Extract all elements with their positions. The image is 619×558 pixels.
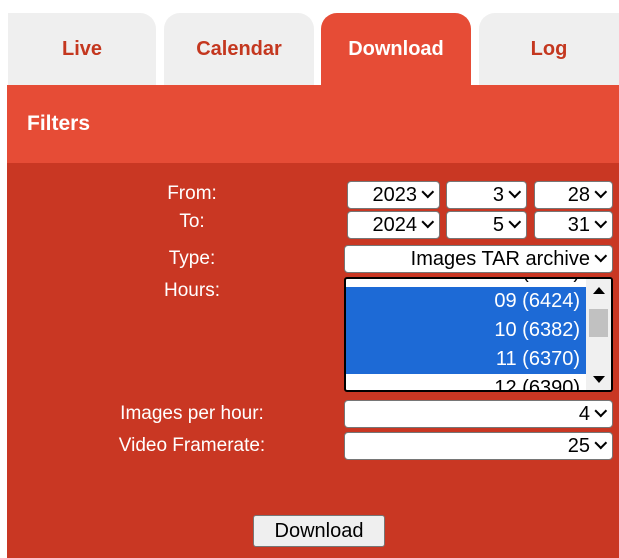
hours-option[interactable]: 11 (6370): [346, 345, 586, 374]
chevron-down-icon: [594, 404, 608, 417]
type-select[interactable]: Images TAR archive: [344, 245, 613, 273]
scroll-thumb[interactable]: [589, 309, 608, 337]
hours-options: 08 (6396) 09 (6424) 10 (6382) 11 (6370) …: [346, 279, 586, 390]
chevron-down-icon: [594, 215, 608, 228]
tab-log[interactable]: Log: [479, 13, 619, 85]
tab-live[interactable]: Live: [8, 13, 156, 85]
to-label: To:: [179, 211, 205, 232]
arrow-up-icon: [592, 286, 605, 294]
images-per-hour-label: Images per hour:: [120, 403, 264, 424]
hours-listbox[interactable]: 08 (6396) 09 (6424) 10 (6382) 11 (6370) …: [344, 277, 613, 392]
filters-heading: Filters: [7, 85, 619, 163]
hours-label: Hours:: [164, 280, 220, 301]
hours-option[interactable]: 10 (6382): [346, 316, 586, 345]
hours-scrollbar[interactable]: [586, 279, 611, 390]
video-framerate-select[interactable]: 25: [344, 432, 613, 460]
arrow-down-icon: [592, 375, 605, 383]
download-button[interactable]: Download: [253, 515, 385, 547]
hours-option[interactable]: 09 (6424): [346, 287, 586, 316]
scroll-down-arrow[interactable]: [586, 368, 611, 390]
from-label: From:: [167, 183, 217, 204]
from-day-select[interactable]: 28: [534, 181, 613, 209]
tab-bar: Live Calendar Download Log: [0, 0, 619, 85]
hours-option[interactable]: 12 (6390): [346, 374, 586, 390]
tab-calendar[interactable]: Calendar: [164, 13, 314, 85]
from-year-select[interactable]: 2023: [347, 181, 440, 209]
from-month-select[interactable]: 3: [446, 181, 527, 209]
chevron-down-icon: [421, 215, 435, 228]
chevron-down-icon: [594, 249, 608, 262]
type-label: Type:: [168, 248, 216, 269]
chevron-down-icon: [508, 185, 522, 198]
chevron-down-icon: [508, 215, 522, 228]
hours-option[interactable]: 08 (6396): [346, 279, 586, 287]
to-month-select[interactable]: 5: [446, 211, 527, 239]
video-framerate-label: Video Framerate:: [118, 435, 266, 456]
chevron-down-icon: [421, 185, 435, 198]
to-day-select[interactable]: 31: [534, 211, 613, 239]
download-panel: Filters From: 2023 3 28 To: 2024 5 31 Ty…: [7, 85, 619, 558]
chevron-down-icon: [594, 185, 608, 198]
scroll-up-arrow[interactable]: [586, 279, 611, 301]
to-year-select[interactable]: 2024: [347, 211, 440, 239]
chevron-down-icon: [594, 436, 608, 449]
images-per-hour-select[interactable]: 4: [344, 400, 613, 428]
tab-download[interactable]: Download: [321, 13, 471, 85]
